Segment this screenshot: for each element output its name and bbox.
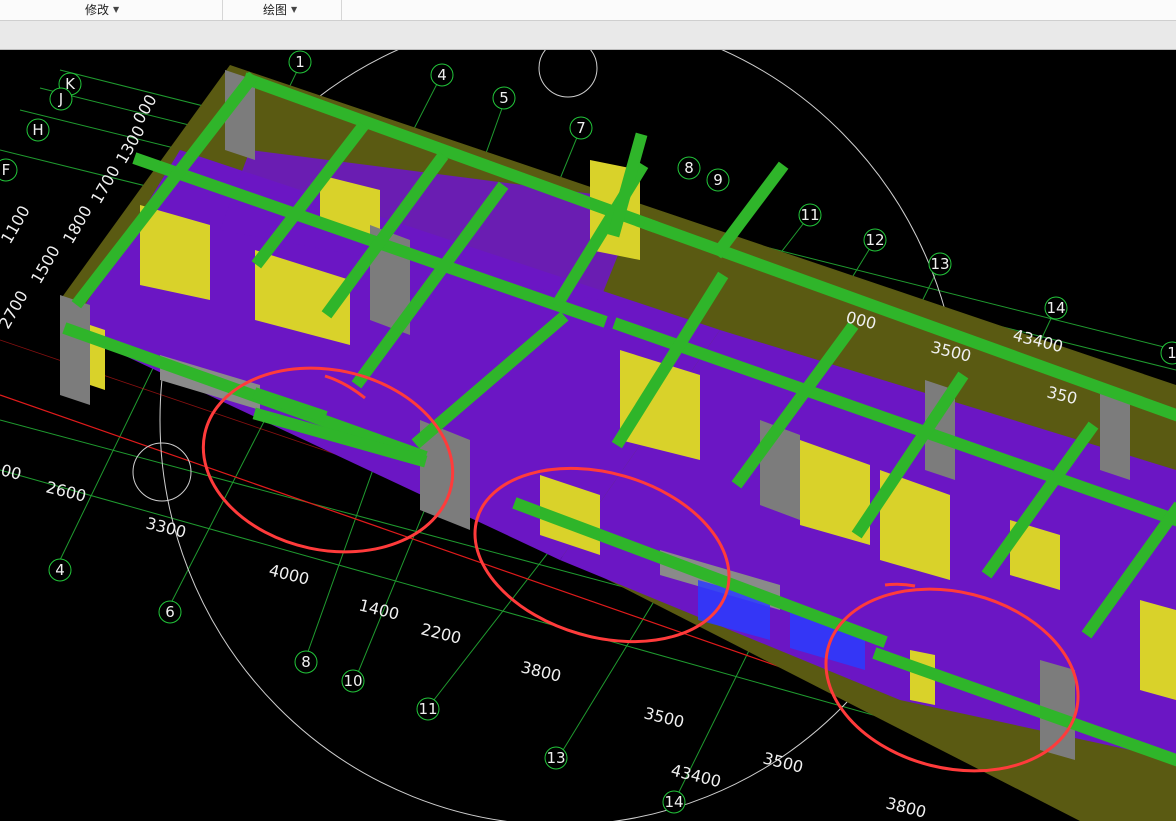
dimension-label: 3500	[642, 703, 686, 731]
axis-bubble: 4	[430, 63, 454, 87]
dimension-label: 3800	[884, 793, 928, 821]
dimension-label: 2200	[419, 619, 463, 647]
axis-bubble-label: 6	[165, 603, 175, 621]
axis-bubble-label: 9	[713, 171, 723, 189]
axis-bubble-label: 8	[301, 653, 311, 671]
axis-bubble-label: 4	[55, 561, 65, 579]
chevron-down-icon: ▼	[113, 5, 120, 14]
dimension-label: 00	[0, 460, 23, 483]
dimension-label: 1400	[357, 595, 401, 623]
axis-bubble-label: 13	[546, 749, 565, 767]
axis-bubble-label: 14	[1046, 299, 1065, 317]
axis-bubble-label: 11	[418, 700, 437, 718]
axis-bubble-label: J	[58, 90, 63, 108]
axis-bubble: J	[49, 87, 73, 111]
axis-bubble-label: 12	[865, 231, 884, 249]
axis-bubble: 14	[1044, 296, 1068, 320]
axis-bubble-label: 10	[343, 672, 362, 690]
axis-bubble: 13	[544, 746, 568, 770]
building-3d-model: 000 1300 1700 1800 1500 1100 2700 000 35…	[0, 50, 1176, 821]
axis-bubble-label: 7	[576, 119, 586, 137]
axis-bubble: 5	[492, 86, 516, 110]
axis-bubble-label: 13	[930, 255, 949, 273]
dimension-label: 3800	[519, 657, 563, 685]
dimension-label: 1700	[87, 162, 124, 207]
axis-bubble-label: 5	[499, 89, 509, 107]
dimension-label: 000	[129, 91, 161, 127]
dimension-label: 1100	[0, 202, 34, 247]
dimension-label: 4000	[267, 560, 311, 588]
axis-bubble: H	[26, 118, 50, 142]
dimension-label: 2700	[0, 287, 32, 332]
dimension-label: 1800	[59, 202, 96, 247]
main-toolbar: 修改 ▼ 绘图 ▼	[0, 0, 1176, 21]
ribbon-panel	[0, 21, 1176, 50]
chevron-down-icon: ▼	[291, 5, 298, 14]
modify-menu-label: 修改	[85, 3, 110, 17]
axis-bubble: 8	[677, 156, 701, 180]
axis-bubble: 1	[1160, 341, 1176, 365]
axis-bubble: 6	[158, 600, 182, 624]
axis-bubble: 8	[294, 650, 318, 674]
axis-bubble: 7	[569, 116, 593, 140]
axis-bubble: 11	[798, 203, 822, 227]
axis-bubble-label: 4	[437, 66, 447, 84]
orbit-handle[interactable]	[538, 50, 598, 98]
axis-bubble-label: 8	[684, 159, 694, 177]
draw-menu-label: 绘图	[263, 3, 288, 17]
axis-bubble-label: 11	[800, 206, 819, 224]
axis-bubble: 1	[288, 50, 312, 74]
toolbar-divider	[341, 0, 342, 20]
axis-bubble-label: F	[2, 161, 11, 179]
axis-bubble: F	[0, 158, 18, 182]
axis-bubble-label: H	[32, 121, 43, 139]
axis-bubble: 11	[416, 697, 440, 721]
dimension-label: 2600	[44, 477, 88, 505]
modify-menu[interactable]: 修改 ▼	[85, 0, 119, 20]
3d-model-viewport[interactable]: 000 1300 1700 1800 1500 1100 2700 000 35…	[0, 50, 1176, 821]
axis-bubble: 13	[928, 252, 952, 276]
dimension-label: 1500	[27, 242, 64, 287]
draw-menu[interactable]: 绘图 ▼	[263, 0, 297, 20]
axis-bubble: 10	[341, 669, 365, 693]
axis-bubble: 12	[863, 228, 887, 252]
dimension-label: 3300	[144, 513, 188, 541]
axis-bubble: 14	[662, 790, 686, 814]
toolbar-divider	[222, 0, 223, 20]
axis-bubble-label: 1	[295, 53, 305, 71]
dimension-label: 3500	[761, 748, 805, 776]
axis-bubble: 9	[706, 168, 730, 192]
axis-bubble: 4	[48, 558, 72, 582]
axis-bubble-label: 14	[664, 793, 683, 811]
axis-bubble-label: 1	[1167, 344, 1176, 362]
dimension-label: 43400	[669, 760, 723, 791]
